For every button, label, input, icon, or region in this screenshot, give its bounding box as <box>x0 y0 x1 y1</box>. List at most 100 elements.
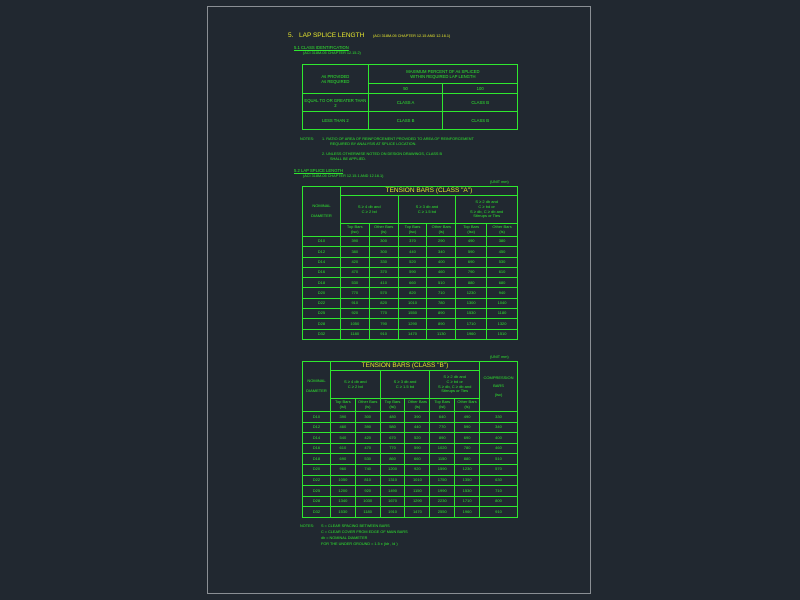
lap-length-cell: 590 <box>404 442 431 455</box>
lap-length-cell: 770 <box>339 287 370 299</box>
bar-diameter-cell: D22 <box>302 474 331 487</box>
section-reference: (ACI 318M-05 CHAPTER 12.15 AND 12.16.1) <box>373 34 451 38</box>
lap-length-cell: 380 <box>486 235 518 248</box>
lap-length-cell: 910 <box>339 297 370 310</box>
lap-length-cell: 1550 <box>397 308 428 320</box>
table-row: D22 1050 810 1310 1010 1750 1350 630 <box>302 474 518 487</box>
subsection-5-2-reference: (ACI 318M-05 CHAPTER 12.15.1 AND 12.16.1… <box>303 174 384 178</box>
col-50: 50 <box>367 83 444 94</box>
bar-diameter-cell: D25 <box>302 308 341 320</box>
lap-length-cell: 780 <box>454 442 481 455</box>
other-bars-header: Other Bars (ls) <box>454 398 481 412</box>
ratio-header-line2: As REQUIRED <box>321 79 350 84</box>
bar-diameter-cell: D14 <box>302 432 331 444</box>
lap-length-cell: 920 <box>354 485 381 497</box>
subsection-5-1-reference: (ACI 318M-05 CHAPTER 12.15.2) <box>303 51 361 55</box>
bar-diameter-cell: D16 <box>302 266 341 279</box>
lap-length-cell: 1320 <box>486 318 518 330</box>
lap-length-cell: 1030 <box>354 495 381 508</box>
compression-bars-header: COMPRESSION BARS (lsc) <box>479 361 518 412</box>
lap-length-cell: 1130 <box>426 328 457 340</box>
lap-length-cell: 520 <box>397 256 428 268</box>
lap-length-cell: 1010 <box>397 297 428 310</box>
lap-length-cell: 540 <box>329 432 356 444</box>
lap-length-cell: 510 <box>426 277 457 289</box>
lap-length-cell: 420 <box>339 256 370 268</box>
lap-length-cell: 780 <box>426 297 457 310</box>
lap-length-cell: 300 <box>368 246 399 258</box>
tension-class-b-table: NOMINAL DIAMETER TENSION BARS (CLASS "B"… <box>302 361 518 518</box>
cell: CLASS B <box>442 93 518 112</box>
lap-length-cell: 610 <box>486 266 518 279</box>
lap-length-cell: 1300 <box>455 297 488 310</box>
lap-length-cell: 300 <box>354 411 381 423</box>
table-row: D20 960 740 1200 920 1590 1230 570 <box>302 463 518 476</box>
lap-length-cell: 460 <box>329 421 356 434</box>
lap-length-cell: 450 <box>486 246 518 258</box>
subsection-5-2-title: 5.2 LAP SPLICE LENGTH <box>294 168 344 173</box>
other-bars-header: Other Bars (ls) <box>486 223 518 237</box>
lap-length-cell: 390 <box>404 411 431 423</box>
other-bars-header: Other Bars (ls) <box>404 398 431 412</box>
lap-length-cell: 1960 <box>455 328 488 340</box>
bar-diameter-cell: D32 <box>302 506 331 518</box>
table-row: D32 1530 1180 1910 1470 2550 1960 910 <box>302 506 518 518</box>
lap-length-cell: 1710 <box>455 318 488 330</box>
table-row: D18 530 410 660 510 880 680 <box>302 277 518 289</box>
bar-diameter-cell: D20 <box>302 287 341 299</box>
subsection-5-1-title: 5.1 CLASS IDENTIFICATION <box>294 45 349 50</box>
lap-length-cell: 770 <box>429 421 456 434</box>
lap-length-cell: 570 <box>368 287 399 299</box>
lap-length-cell: 570 <box>479 463 518 476</box>
unit-label-a: (UNIT mm) <box>490 180 509 184</box>
nominal-line2: DIAMETER <box>311 213 332 218</box>
lap-length-cell: 530 <box>354 453 381 465</box>
lap-length-cell: 1010 <box>404 474 431 487</box>
lap-length-cell: 1290 <box>404 495 431 508</box>
notes-label: NOTES: <box>300 137 315 141</box>
lap-length-cell: 380 <box>339 246 370 258</box>
table-row: D22 910 820 1010 780 1300 1040 <box>302 297 518 310</box>
top-bars-header: Top Bars (lsc) <box>397 223 428 237</box>
tension-class-a-table: NOMINAL DIAMETER TENSION BARS (CLASS "A"… <box>302 186 519 340</box>
group-1-header: S ≥ 4 db and C ≥ 2 bd <box>339 195 399 224</box>
lap-length-cell: 890 <box>429 432 456 444</box>
lap-length-cell: 520 <box>404 432 431 444</box>
lap-length-cell: 890 <box>426 308 457 320</box>
lap-length-cell: 1040 <box>486 297 518 310</box>
note-db-definition: db = NOMINAL DIAMETER <box>321 536 368 540</box>
lap-length-cell: 1310 <box>379 474 406 487</box>
lap-length-cell: 660 <box>397 277 428 289</box>
top-bars-header: Top Bars (lsl) <box>429 398 456 412</box>
group-1-header: S ≥ 4 db and C ≥ 2 bd <box>329 370 381 399</box>
bar-diameter-cell: D12 <box>302 246 341 258</box>
bar-diameter-cell: D18 <box>302 453 331 465</box>
lap-length-cell: 290 <box>426 235 457 248</box>
lap-length-cell: 910 <box>368 328 399 340</box>
lap-length-cell: 400 <box>479 432 518 444</box>
lap-length-cell: 2550 <box>429 506 456 518</box>
lap-length-cell: 410 <box>368 277 399 289</box>
lap-length-cell: 1200 <box>379 463 406 476</box>
table-row: D32 1180 910 1470 1130 1960 1510 <box>302 328 518 340</box>
group-2-header: S ≥ 3 db and C ≥ 1.5 bd <box>379 370 431 399</box>
lap-length-cell: 1670 <box>379 495 406 508</box>
lap-length-cell: 670 <box>379 432 406 444</box>
lap-length-cell: 1050 <box>339 318 370 330</box>
top-bars-header: Top Bars (lsc) <box>455 223 488 237</box>
lap-length-cell: 790 <box>368 318 399 330</box>
bar-diameter-cell: D18 <box>302 277 341 289</box>
lap-length-cell: 440 <box>404 421 431 434</box>
lap-length-cell: 1340 <box>329 495 356 508</box>
lap-length-cell: 680 <box>486 277 518 289</box>
nominal-diameter-header: NOMINAL DIAMETER <box>302 186 341 237</box>
lap-length-cell: 1150 <box>429 453 456 465</box>
compression-line1: COMPRESSION <box>483 374 514 380</box>
lap-length-cell: 940 <box>486 287 518 299</box>
lap-length-cell: 470 <box>339 266 370 279</box>
table-row: D18 690 530 860 660 1150 880 510 <box>302 453 518 465</box>
lap-length-cell: 2230 <box>429 495 456 508</box>
bar-diameter-cell: D16 <box>302 442 331 455</box>
lap-length-cell: 710 <box>426 287 457 299</box>
bar-diameter-cell: D10 <box>302 235 341 248</box>
